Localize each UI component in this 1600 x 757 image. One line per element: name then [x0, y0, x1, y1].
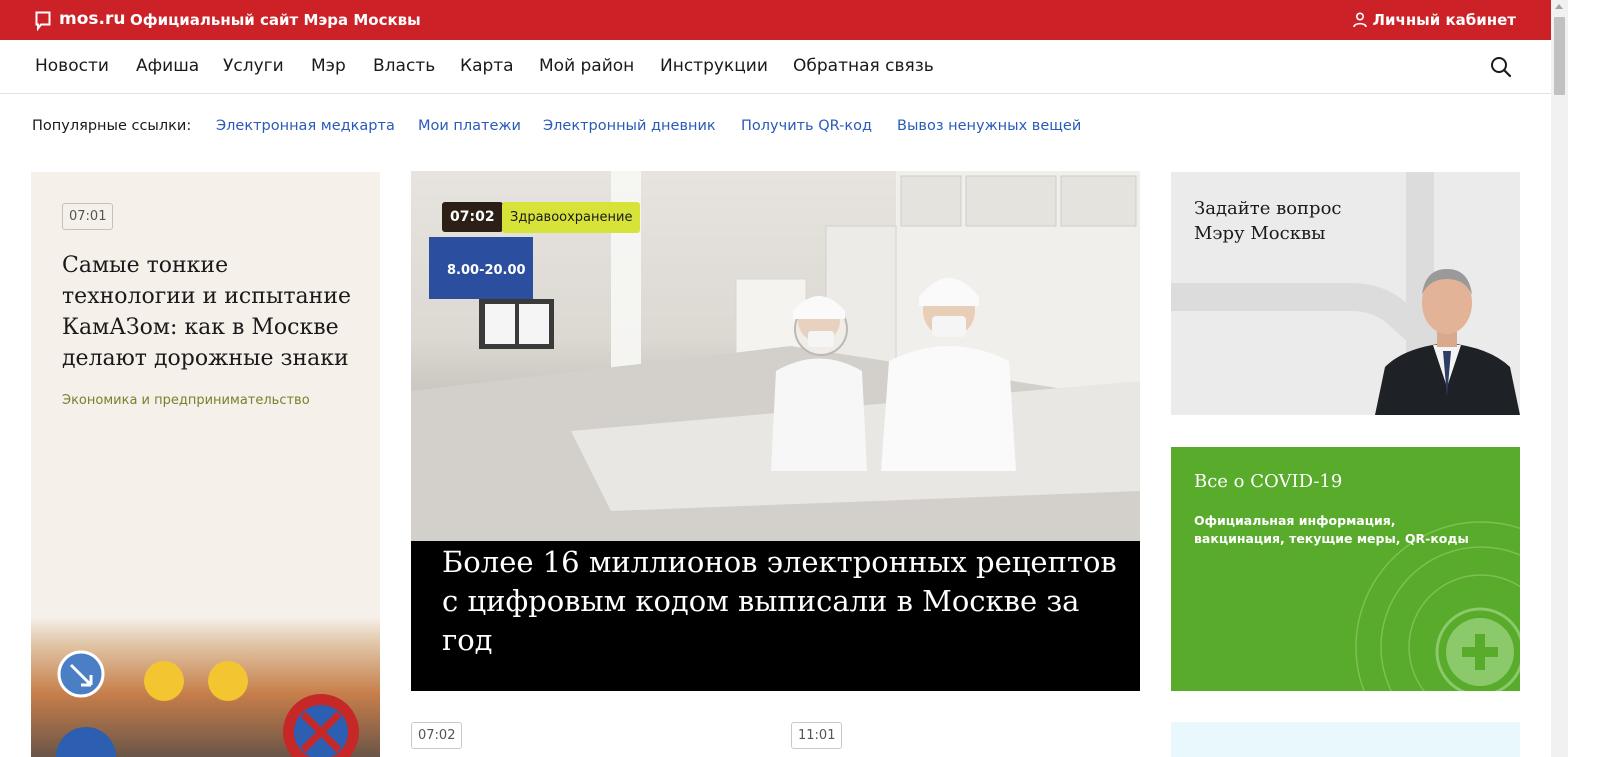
- logo-text[interactable]: mos.ru: [59, 9, 125, 29]
- popular-link-waste-removal[interactable]: Вывоз ненужных вещей: [897, 118, 1081, 134]
- news-title[interactable]: Самые тонкие технологии и испытание КамА…: [62, 250, 362, 374]
- nav-item-afisha[interactable]: Афиша: [136, 56, 199, 76]
- personal-cabinet-link[interactable]: Личный кабинет: [1352, 11, 1516, 29]
- road-signs-illustration: [56, 650, 359, 757]
- news-time: 07:02: [411, 722, 463, 749]
- page-scrollbar[interactable]: [1551, 0, 1568, 757]
- info-card[interactable]: [1171, 722, 1520, 757]
- nav-item-instructions[interactable]: Инструкции: [660, 56, 768, 76]
- main-nav: Новости Афиша Услуги Мэр Власть Карта Мо…: [0, 40, 1568, 94]
- news-time: 07:01: [62, 203, 114, 230]
- user-icon: [1352, 12, 1367, 28]
- scroll-up-arrow-icon[interactable]: [1555, 4, 1563, 9]
- nav-item-government[interactable]: Власть: [373, 56, 435, 76]
- popular-link-medcard[interactable]: Электронная медкарта: [216, 118, 395, 134]
- nav-item-map[interactable]: Карта: [460, 56, 514, 76]
- news-time: 11:01: [791, 722, 843, 749]
- covid-info-card[interactable]: Все о COVID-19 Официальная информация, в…: [1171, 447, 1520, 691]
- nav-item-news[interactable]: Новости: [35, 56, 109, 76]
- news-time: 07:02: [442, 202, 503, 232]
- popular-link-qr-code[interactable]: Получить QR-код: [741, 118, 872, 134]
- scrollbar-thumb[interactable]: [1554, 17, 1565, 95]
- category-badge[interactable]: Здравоохранение: [502, 202, 641, 233]
- nav-item-my-district[interactable]: Мой район: [539, 56, 634, 76]
- mayor-portrait: [1375, 269, 1520, 415]
- popular-links-label: Популярные ссылки:: [32, 118, 192, 134]
- mos-logo-icon[interactable]: [35, 11, 51, 31]
- ask-mayor-card[interactable]: Задайте вопрос Мэру Москвы: [1171, 172, 1520, 415]
- nav-item-feedback[interactable]: Обратная связь: [793, 56, 934, 76]
- road-signs-photo: [31, 617, 380, 757]
- top-bar: mos.ru Официальный сайт Мэра Москвы Личн…: [0, 0, 1568, 40]
- svg-text:8.00-20.00: 8.00-20.00: [447, 263, 526, 278]
- ask-mayor-title[interactable]: Задайте вопрос Мэру Москвы: [1194, 196, 1394, 246]
- news-card-road-signs[interactable]: 07:01 Самые тонкие технологии и испытани…: [31, 172, 380, 757]
- popular-link-payments[interactable]: Мои платежи: [418, 118, 521, 134]
- plus-icon: [1435, 607, 1520, 691]
- covid-description: Официальная информация, вакцинация, теку…: [1194, 513, 1469, 546]
- main-news-card[interactable]: 8.00-20.00 07:02 Здравоохранение Более 1…: [411, 171, 1140, 691]
- covid-title[interactable]: Все о COVID-19: [1194, 471, 1342, 492]
- nav-item-mayor[interactable]: Мэр: [311, 56, 346, 76]
- search-icon[interactable]: [1490, 56, 1512, 78]
- popular-link-diary[interactable]: Электронный дневник: [543, 118, 716, 134]
- nav-item-services[interactable]: Услуги: [223, 56, 284, 76]
- news-title[interactable]: Более 16 миллионов электронных рецептов …: [442, 543, 1122, 660]
- cabinet-label: Личный кабинет: [1372, 11, 1516, 29]
- news-category[interactable]: Экономика и предпринимательство: [62, 393, 310, 408]
- site-title[interactable]: Официальный сайт Мэра Москвы: [130, 11, 421, 29]
